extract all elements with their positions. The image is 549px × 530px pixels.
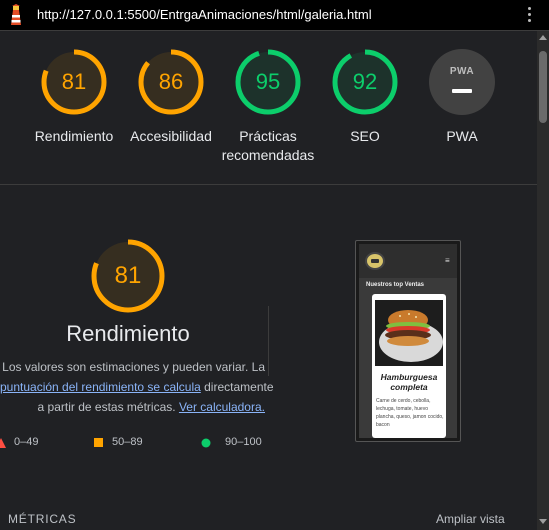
desc-line: Los valores son estimaciones y pueden va… — [2, 360, 265, 374]
metrics-heading: MÉTRICAS — [8, 512, 77, 526]
performance-section: 81 Rendimiento Los valores son estimacio… — [0, 200, 537, 500]
desc-text: a partir de estas métricas. — [37, 400, 176, 414]
pwa-dash-icon — [452, 89, 472, 93]
scroll-up-arrow-icon[interactable] — [539, 35, 547, 40]
more-options-icon[interactable] — [524, 4, 534, 24]
hamburger-menu-icon: ≡ — [445, 256, 450, 265]
burger-image — [375, 300, 443, 366]
browser-topbar: http://127.0.0.1:5500/EntrgaAnimaciones/… — [0, 0, 549, 31]
gauge-label: Accesibilidad — [130, 128, 212, 144]
gauge-label: Rendimiento — [34, 128, 114, 144]
screenshot-navbar: ≡ — [359, 244, 457, 278]
gauge-label: SEO — [350, 128, 380, 144]
pwa-badge: PWA — [429, 49, 495, 115]
circle-icon — [201, 438, 211, 448]
final-screenshot[interactable]: ≡ Nuestros top Ventas Hamburguesa comple… — [355, 240, 461, 442]
product-card: Hamburguesa completa Carne de cerdo, ceb… — [372, 294, 446, 438]
category-gauges: 81 Rendimiento 86 Accesibilidad 95 Práct… — [0, 44, 537, 184]
product-description: Carne de cerdo, cebolla, lechuga, tomate… — [376, 398, 444, 428]
gauge-seo[interactable]: 92 SEO — [310, 44, 420, 146]
gauge-score: 95 — [255, 69, 281, 94]
site-logo-icon — [365, 252, 385, 270]
vertical-divider — [268, 306, 269, 376]
performance-description: Los valores son estimaciones y pueden va… — [0, 357, 274, 417]
square-icon — [94, 438, 103, 447]
pwa-badge-text: PWA — [449, 66, 475, 77]
triangle-icon — [0, 438, 6, 448]
gauge-performance[interactable]: 81 Rendimiento — [19, 44, 129, 146]
gauge-pwa[interactable]: PWA PWA — [407, 44, 517, 146]
gauge-label: Prácticas recomendadas — [221, 128, 315, 163]
expand-view-toggle[interactable]: Ampliar vista — [436, 512, 505, 526]
scroll-down-arrow-icon[interactable] — [539, 519, 547, 524]
gauge-label: PWA — [446, 128, 478, 144]
gauge-score: 86 — [158, 69, 184, 94]
desc-text: directamente — [200, 380, 274, 394]
gauge-score: 81 — [61, 69, 87, 94]
screenshot-screen: ≡ Nuestros top Ventas Hamburguesa comple… — [359, 244, 457, 438]
calculator-link[interactable]: Ver calculadora. — [179, 400, 265, 414]
gauge-score: 92 — [352, 69, 378, 94]
url-text[interactable]: http://127.0.0.1:5500/EntrgaAnimaciones/… — [37, 7, 372, 22]
product-title: Hamburguesa completa — [380, 372, 438, 392]
gauge-accessibility[interactable]: 86 Accesibilidad — [116, 44, 226, 146]
performance-gauge: 81 — [90, 238, 166, 314]
screenshot-section-title: Nuestros top Ventas — [366, 282, 425, 288]
performance-title: Rendimiento — [66, 321, 190, 346]
score-calculation-link[interactable]: puntuación del rendimiento se calcula — [0, 380, 201, 394]
performance-score: 81 — [114, 262, 142, 289]
gauge-best-practices[interactable]: 95 Prácticas recomendadas — [213, 44, 323, 165]
scrollbar-thumb[interactable] — [539, 51, 547, 123]
vertical-scrollbar[interactable] — [537, 31, 549, 530]
section-divider — [0, 184, 537, 185]
lighthouse-icon — [11, 4, 21, 25]
